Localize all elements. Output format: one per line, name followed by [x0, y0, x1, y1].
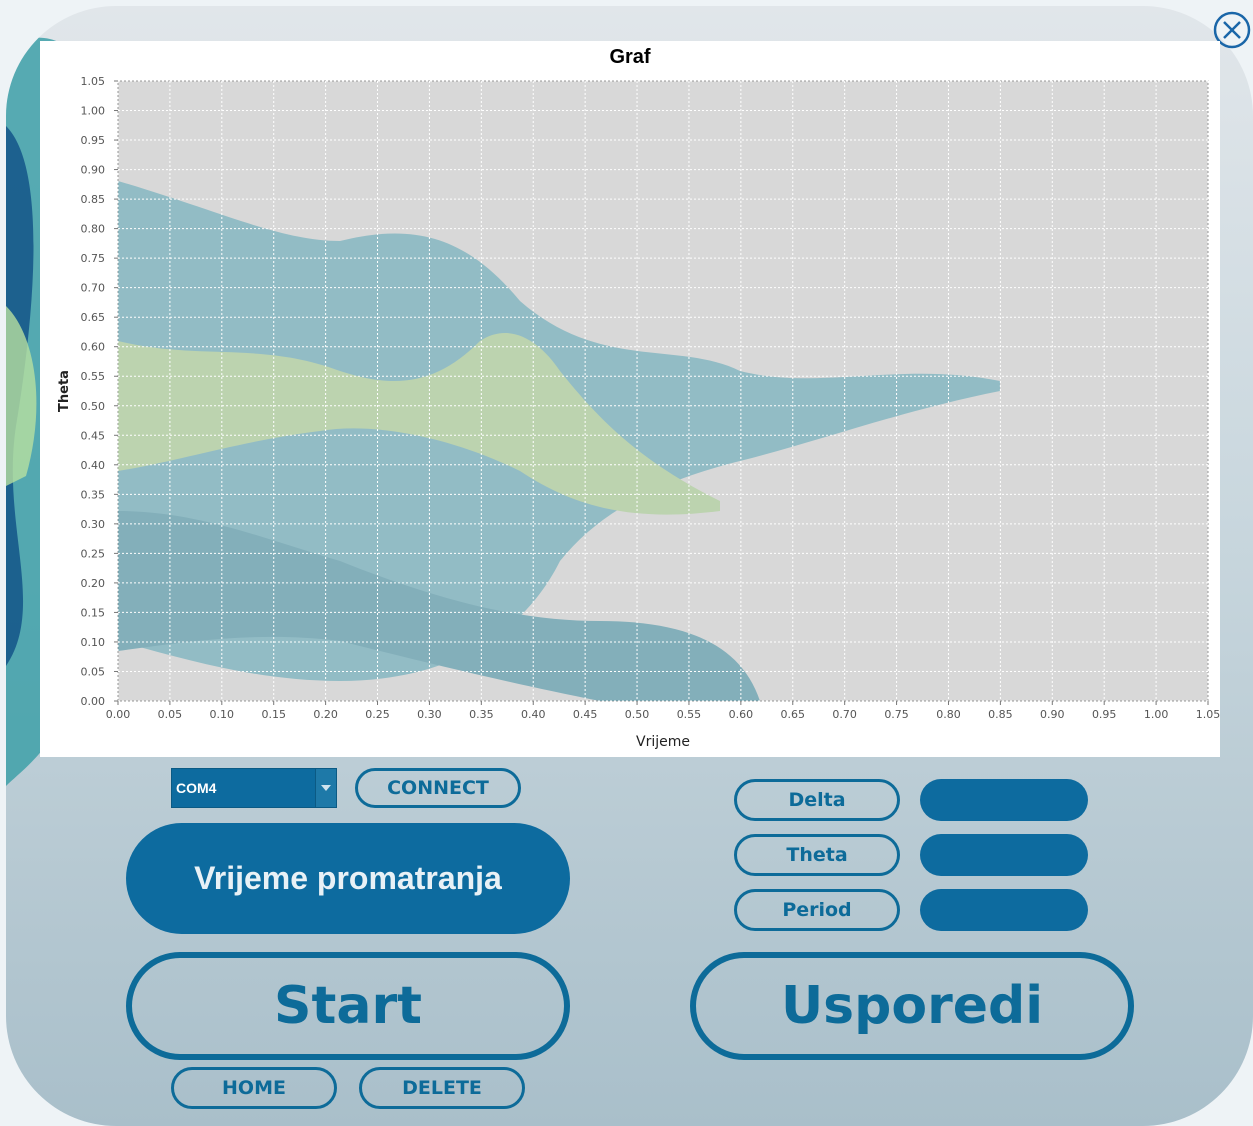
- y-tick-label: 0.45: [81, 429, 106, 442]
- y-tick-label: 0.00: [81, 695, 106, 708]
- x-tick-label: 0.95: [1092, 708, 1117, 721]
- x-tick-label: 0.35: [469, 708, 494, 721]
- x-tick-label: 0.80: [936, 708, 961, 721]
- x-tick-label: 0.40: [521, 708, 546, 721]
- y-tick-label: 0.40: [81, 459, 106, 472]
- y-tick-label: 0.15: [81, 606, 106, 619]
- y-axis-ticks: 0.00 0.05 0.10 0.15 0.20 0.25 0.30 0.35 0.40 0.45…: [81, 75, 118, 708]
- y-tick-label: 0.60: [81, 341, 106, 354]
- chevron-down-icon[interactable]: [315, 769, 336, 807]
- y-axis-label: Theta: [57, 370, 72, 412]
- y-tick-label: 0.65: [81, 311, 106, 324]
- chart: Graf 0.00 0.05 0.10 0.15 0.20 0.25 0.30 0.35 0.4…: [57, 46, 1220, 750]
- x-tick-label: 1.00: [1144, 708, 1169, 721]
- y-tick-label: 0.05: [81, 665, 106, 678]
- y-tick-label: 0.85: [81, 193, 106, 206]
- period-value: [920, 889, 1088, 931]
- theta-label: Theta: [734, 834, 900, 876]
- x-tick-label: 0.55: [677, 708, 702, 721]
- x-tick-label: 0.45: [573, 708, 598, 721]
- port-select[interactable]: COM4: [171, 768, 337, 808]
- y-tick-label: 0.20: [81, 577, 106, 590]
- observation-time-label: Vrijeme promatranja: [126, 823, 570, 934]
- y-tick-label: 0.25: [81, 547, 106, 560]
- home-button[interactable]: HOME: [171, 1067, 337, 1109]
- y-tick-label: 1.00: [81, 105, 106, 118]
- y-tick-label: 0.50: [81, 400, 106, 413]
- x-axis-ticks: 0.00 0.05 0.10 0.15 0.20 0.25 0.30 0.35 0.40 0.45…: [106, 701, 1220, 721]
- x-tick-label: 0.70: [832, 708, 857, 721]
- y-tick-label: 0.80: [81, 223, 106, 236]
- x-tick-label: 0.15: [261, 708, 286, 721]
- x-tick-label: 0.30: [417, 708, 442, 721]
- x-tick-label: 0.50: [625, 708, 650, 721]
- x-axis-label: Vrijeme: [636, 734, 690, 750]
- period-label: Period: [734, 889, 900, 931]
- start-button[interactable]: Start: [126, 952, 570, 1060]
- connect-button[interactable]: CONNECT: [355, 768, 521, 808]
- y-tick-label: 0.35: [81, 488, 106, 501]
- chart-title: Graf: [609, 46, 650, 68]
- delete-button[interactable]: DELETE: [359, 1067, 525, 1109]
- x-tick-label: 0.20: [313, 708, 338, 721]
- x-tick-label: 0.10: [210, 708, 235, 721]
- delta-value: [920, 779, 1088, 821]
- x-tick-label: 0.85: [988, 708, 1013, 721]
- chart-panel: Graf 0.00 0.05 0.10 0.15 0.20 0.25 0.30 0.35 0.4…: [40, 41, 1220, 757]
- x-tick-label: 0.00: [106, 708, 131, 721]
- x-tick-label: 0.90: [1040, 708, 1065, 721]
- x-tick-label: 0.05: [158, 708, 183, 721]
- y-tick-label: 0.10: [81, 636, 106, 649]
- x-tick-label: 1.05: [1196, 708, 1220, 721]
- delta-label: Delta: [734, 779, 900, 821]
- x-tick-label: 0.25: [365, 708, 390, 721]
- y-tick-label: 0.90: [81, 164, 106, 177]
- y-tick-label: 0.55: [81, 370, 106, 383]
- x-tick-label: 0.60: [729, 708, 754, 721]
- theta-value: [920, 834, 1088, 876]
- x-tick-label: 0.75: [884, 708, 909, 721]
- compare-button[interactable]: Usporedi: [690, 952, 1134, 1060]
- y-tick-label: 0.70: [81, 282, 106, 295]
- port-select-value: COM4: [176, 780, 217, 796]
- y-tick-label: 0.95: [81, 134, 106, 147]
- y-tick-label: 0.30: [81, 518, 106, 531]
- y-tick-label: 0.75: [81, 252, 106, 265]
- y-tick-label: 1.05: [81, 75, 106, 88]
- x-tick-label: 0.65: [781, 708, 806, 721]
